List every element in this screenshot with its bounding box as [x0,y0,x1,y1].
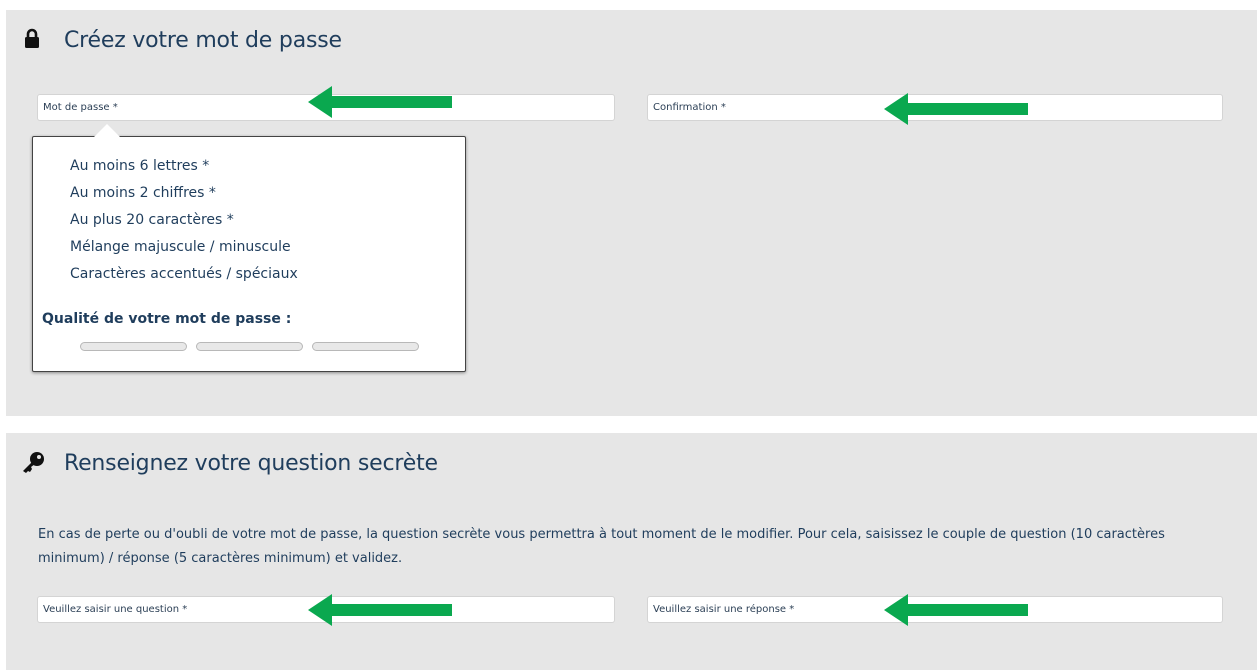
lock-icon [25,28,39,48]
quality-bar-segment [80,342,187,351]
left-arrow-icon [884,594,1028,626]
requirement-item: Au moins 6 lettres * [70,158,210,174]
password-field-placeholder: Mot de passe * [43,102,118,113]
confirmation-field-placeholder: Confirmation * [653,102,726,113]
secret-question-description: En cas de perte ou d'oubli de votre mot … [38,527,1165,566]
answer-field-placeholder: Veuillez saisir une réponse * [653,604,795,615]
secret-section-title: Renseignez votre question secrète [64,451,438,476]
requirement-item: Caractères accentués / spéciaux [70,266,298,282]
password-requirements-popover: Au moins 6 lettres * Au moins 2 chiffres… [32,136,466,372]
left-arrow-icon [308,594,452,626]
key-icon [23,452,44,473]
left-arrow-icon [308,86,452,118]
password-section-title: Créez votre mot de passe [64,28,342,53]
tooltip-caret [94,124,120,137]
quality-bar-segment [196,342,303,351]
requirement-item: Au plus 20 caractères * [70,212,234,228]
requirement-item: Au moins 2 chiffres * [70,185,216,201]
quality-bar-segment [312,342,419,351]
question-field-placeholder: Veuillez saisir une question * [43,604,188,615]
left-arrow-icon [884,93,1028,125]
requirement-item: Mélange majuscule / minuscule [70,239,291,255]
requirements-list: Au moins 6 lettres * Au moins 2 chiffres… [70,153,298,288]
password-quality-label: Qualité de votre mot de passe : [42,311,292,327]
